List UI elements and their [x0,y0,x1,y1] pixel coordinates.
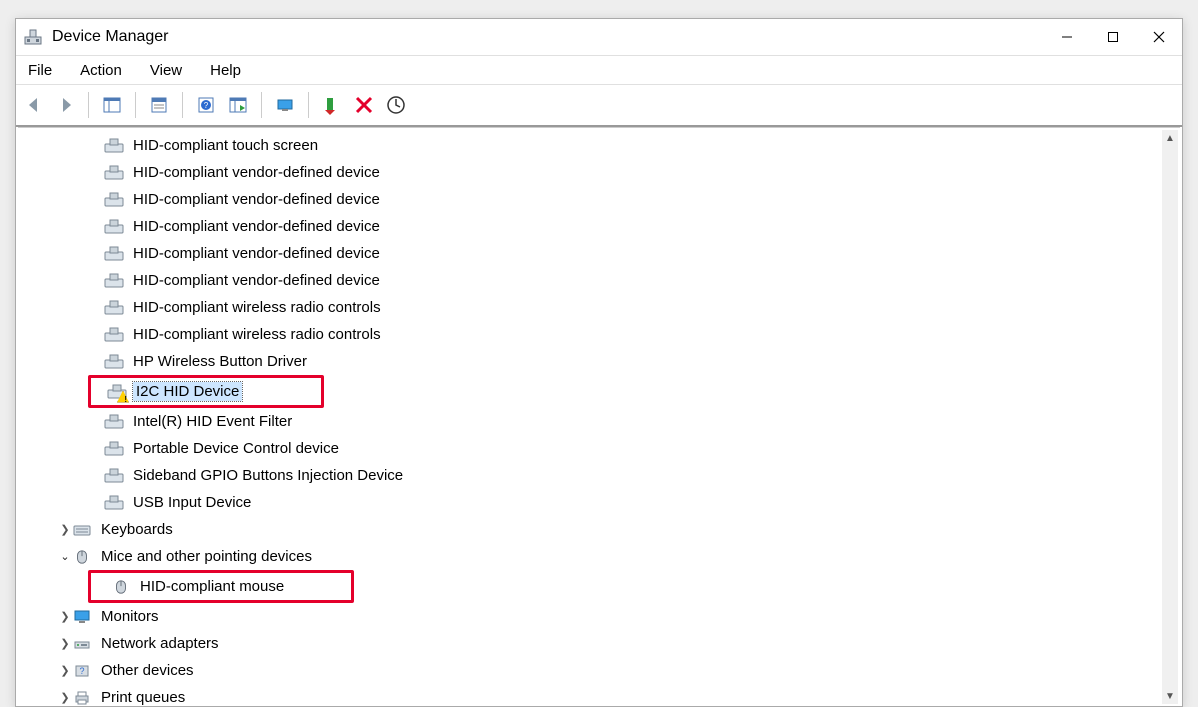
show-hidden-button[interactable] [225,92,251,118]
forward-button[interactable] [52,92,78,118]
hid-icon [104,137,124,155]
back-button[interactable] [22,92,48,118]
uninstall-button[interactable] [351,92,377,118]
hid-icon [104,326,124,344]
tree-item[interactable]: Portable Device Control device [18,435,1162,462]
device-tree[interactable]: HID-compliant touch screen HID-compliant… [18,128,1162,706]
monitor-icon [72,608,92,626]
window-title: Device Manager [52,28,169,46]
printer-icon [72,689,92,707]
tree-category-print-queues[interactable]: ❯ Print queues [18,684,1162,706]
expand-icon[interactable]: ❯ [58,523,72,536]
expand-icon[interactable]: ❯ [58,637,72,650]
scroll-down-icon[interactable]: ▼ [1162,688,1178,704]
menu-view[interactable]: View [146,60,186,81]
expand-icon[interactable]: ❯ [58,664,72,677]
titlebar: Device Manager [16,19,1182,56]
maximize-button[interactable] [1090,19,1136,55]
tree-item[interactable]: Intel(R) HID Event Filter [18,408,1162,435]
tree-item[interactable]: HID-compliant vendor-defined device [18,267,1162,294]
hid-icon [104,353,124,371]
hid-icon [104,272,124,290]
menu-action[interactable]: Action [76,60,126,81]
expand-icon[interactable]: ❯ [58,610,72,623]
other-devices-icon: ? [72,662,92,680]
svg-text:?: ? [79,666,84,676]
tree-item[interactable]: HP Wireless Button Driver [18,348,1162,375]
tree-category-mice[interactable]: ⌄ Mice and other pointing devices [18,543,1162,570]
vertical-scrollbar[interactable]: ▲ ▼ [1162,130,1178,704]
update-driver-button[interactable] [383,92,409,118]
keyboard-icon [72,521,92,539]
tree-item[interactable]: HID-compliant vendor-defined device [18,186,1162,213]
tree-category-other[interactable]: ❯ ? Other devices [18,657,1162,684]
minimize-button[interactable] [1044,19,1090,55]
hid-icon [104,218,124,236]
tree-item[interactable]: HID-compliant vendor-defined device [18,159,1162,186]
properties-button[interactable] [146,92,172,118]
scroll-up-icon[interactable]: ▲ [1162,130,1178,146]
tree-item-hid-mouse[interactable]: HID-compliant mouse [91,573,351,600]
tree-category-network[interactable]: ❯ Network adapters [18,630,1162,657]
tree-item[interactable]: HID-compliant wireless radio controls [18,321,1162,348]
expand-icon[interactable]: ❯ [58,691,72,704]
show-hide-tree-button[interactable] [99,92,125,118]
mouse-icon [111,578,131,596]
device-tree-area: HID-compliant touch screen HID-compliant… [18,127,1180,706]
hid-icon [104,299,124,317]
scan-hardware-button[interactable] [272,92,298,118]
network-icon [72,635,92,653]
tree-item[interactable]: USB Input Device [18,489,1162,516]
toolbar: ? [16,85,1182,127]
tree-category-monitors[interactable]: ❯ Monitors [18,603,1162,630]
menu-help[interactable]: Help [206,60,245,81]
add-legacy-button[interactable] [319,92,345,118]
tree-category-keyboards[interactable]: ❯ Keyboards [18,516,1162,543]
hid-icon [104,413,124,431]
svg-text:?: ? [204,101,209,110]
hid-icon [104,440,124,458]
hid-icon [104,164,124,182]
hid-warning-icon [107,383,127,401]
tree-item-i2c-hid[interactable]: I2C HID Device [91,378,321,405]
menubar: File Action View Help [16,56,1182,85]
tree-item[interactable]: HID-compliant wireless radio controls [18,294,1162,321]
app-icon [24,28,42,46]
annotation-box-mouse: HID-compliant mouse [88,570,354,603]
mouse-icon [72,548,92,566]
annotation-box-i2c: I2C HID Device [88,375,324,408]
hid-icon [104,494,124,512]
device-manager-window: Device Manager File Action View Help ? [15,18,1183,707]
help-button[interactable]: ? [193,92,219,118]
hid-icon [104,467,124,485]
close-button[interactable] [1136,19,1182,55]
window-buttons [1044,19,1182,55]
collapse-icon[interactable]: ⌄ [58,550,72,563]
tree-item[interactable]: HID-compliant touch screen [18,132,1162,159]
menu-file[interactable]: File [24,60,56,81]
tree-item[interactable]: HID-compliant vendor-defined device [18,240,1162,267]
tree-item[interactable]: HID-compliant vendor-defined device [18,213,1162,240]
hid-icon [104,245,124,263]
hid-icon [104,191,124,209]
tree-item[interactable]: Sideband GPIO Buttons Injection Device [18,462,1162,489]
